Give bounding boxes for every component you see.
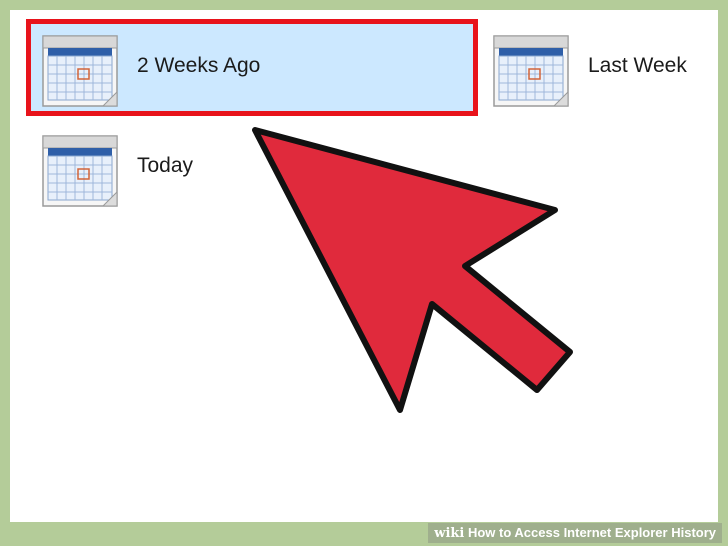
folder-label: Last Week (588, 54, 687, 77)
calendar-icon (42, 35, 118, 107)
folder-today[interactable]: Today (29, 120, 477, 214)
folder-label: 2 Weeks Ago (137, 54, 261, 77)
folder-last-week[interactable]: Last Week (480, 20, 710, 114)
article-title: How to Access Internet Explorer History (467, 525, 716, 540)
site-logo: wiki (434, 526, 465, 541)
footer-caption: wiki How to Access Internet Explorer His… (428, 523, 722, 543)
calendar-icon (493, 35, 569, 107)
folder-label: Today (137, 154, 194, 177)
folder-2-weeks-ago[interactable]: 2 Weeks Ago (29, 20, 477, 114)
calendar-icon (42, 135, 118, 207)
